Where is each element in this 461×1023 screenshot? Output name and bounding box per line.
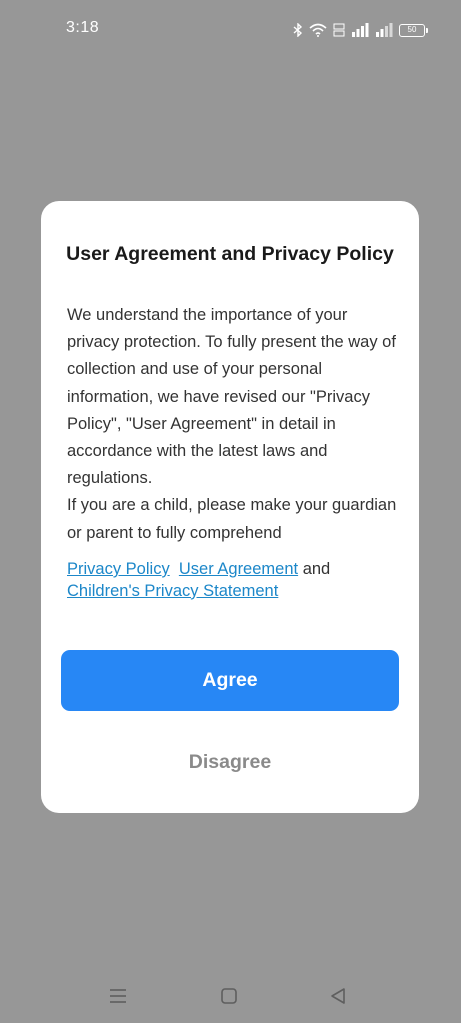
signal-icon	[375, 23, 393, 37]
body-paragraph: If you are a child, please make your gua…	[67, 496, 397, 542]
links-conjunction: and	[302, 560, 331, 578]
dialog-title: User Agreement and Privacy Policy	[66, 243, 394, 265]
menu-icon[interactable]	[106, 984, 130, 1008]
volte-icon	[333, 23, 345, 37]
status-icons: 50	[293, 20, 428, 40]
dialog-body: We understand the importance of your pri…	[67, 302, 402, 547]
bluetooth-icon	[293, 23, 303, 37]
policy-links: Privacy Policy User Agreement and Childr…	[67, 559, 402, 602]
user-agreement-link[interactable]: User Agreement	[179, 560, 298, 578]
privacy-dialog: User Agreement and Privacy Policy We und…	[41, 201, 419, 813]
signal-icon	[351, 23, 369, 37]
disagree-button[interactable]: Disagree	[61, 739, 399, 785]
battery-icon: 50	[399, 23, 428, 37]
back-icon[interactable]	[326, 984, 350, 1008]
wifi-icon	[309, 23, 327, 37]
battery-level: 50	[407, 25, 417, 34]
childrens-privacy-link[interactable]: Children's Privacy Statement	[67, 582, 278, 600]
privacy-policy-link[interactable]: Privacy Policy	[67, 560, 170, 578]
body-paragraph: We understand the importance of your pri…	[67, 306, 396, 488]
agree-button[interactable]: Agree	[61, 650, 399, 711]
status-time: 3:18	[66, 19, 100, 36]
navigation-bar	[0, 970, 461, 1020]
status-bar: 3:18 50	[0, 0, 461, 60]
home-icon[interactable]	[217, 984, 241, 1008]
